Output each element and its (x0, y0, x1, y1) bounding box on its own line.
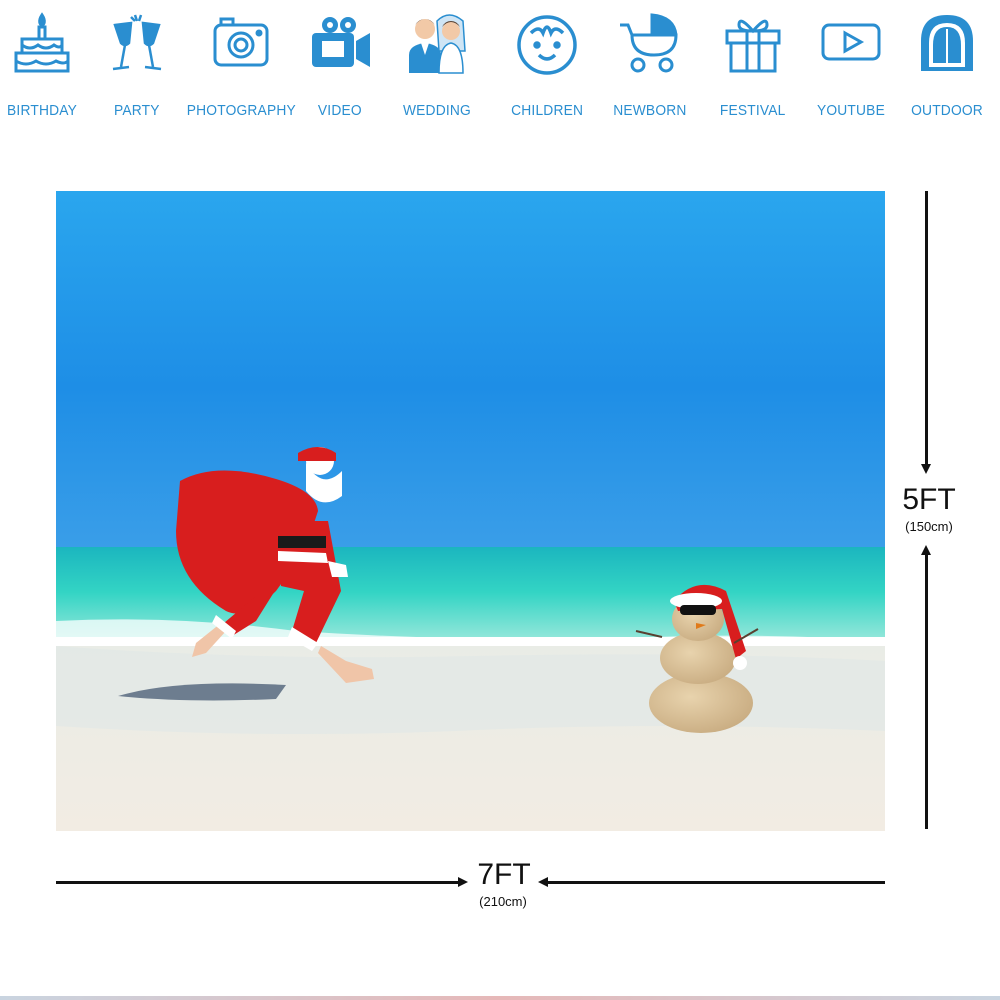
category-newborn[interactable]: NEWBORN (600, 8, 700, 128)
height-dimension-line-bottom (925, 553, 928, 829)
width-label: 7FT (477, 858, 531, 891)
category-bar: BIRTHDAY PARTY PHOTOGRAPHY VIDEO WEDDING… (0, 0, 1000, 130)
width-sublabel: (210cm) (479, 894, 527, 909)
backdrop-photo (56, 191, 885, 831)
gift-box-icon (720, 8, 786, 78)
tent-icon (914, 8, 980, 78)
play-button-icon (818, 8, 884, 78)
height-label: 5FT (902, 483, 956, 516)
category-youtube[interactable]: YOUTUBE (801, 8, 901, 128)
bottom-edge-strip (0, 996, 1000, 1000)
arrow-left-icon (538, 877, 548, 887)
category-birthday[interactable]: BIRTHDAY (0, 8, 92, 128)
birthday-cake-icon (9, 8, 75, 78)
category-festival[interactable]: FESTIVAL (703, 8, 803, 128)
width-dimension-line-right (548, 881, 885, 884)
height-sublabel: (150cm) (905, 519, 953, 534)
category-photography[interactable]: PHOTOGRAPHY (186, 8, 295, 128)
camera-icon (208, 8, 274, 78)
category-outdoor[interactable]: OUTDOOR (897, 8, 997, 128)
arrow-down-icon (921, 464, 931, 474)
baby-stroller-icon (617, 8, 683, 78)
height-dimension-line-top (925, 191, 928, 466)
width-dimension-line-left (56, 881, 459, 884)
video-camera-icon (307, 8, 373, 78)
category-video[interactable]: VIDEO (290, 8, 390, 128)
category-children[interactable]: CHILDREN (497, 8, 597, 128)
child-face-icon (514, 8, 580, 78)
category-wedding[interactable]: WEDDING (387, 8, 487, 128)
champagne-glasses-icon (104, 8, 170, 78)
bride-groom-icon (404, 8, 470, 78)
category-party[interactable]: PARTY (87, 8, 187, 128)
